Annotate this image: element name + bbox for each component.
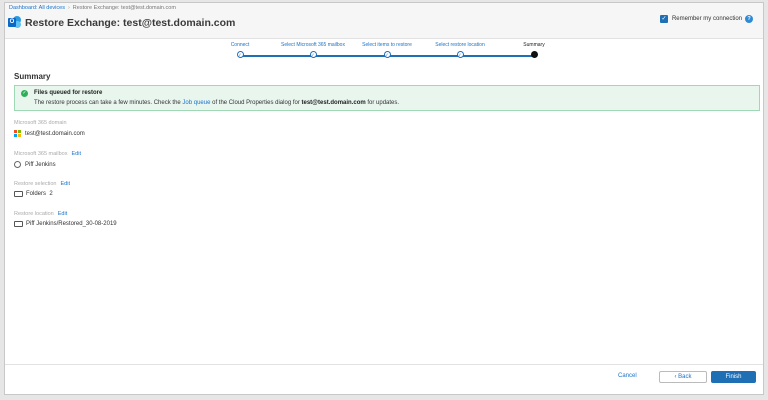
step-done-icon: ✓	[456, 51, 464, 58]
check-circle-icon: ✓	[21, 90, 28, 97]
step-select-mailbox[interactable]: Select Microsoft 365 mailbox ✓	[273, 40, 353, 58]
job-queue-link[interactable]: Job queue	[182, 100, 210, 106]
domain-text: test@test.domain.com	[25, 130, 85, 137]
title-row: O Restore Exchange: test@test.domain.com	[8, 16, 235, 29]
remember-connection[interactable]: ✓ Remember my connection ?	[659, 15, 753, 23]
back-label: Back	[678, 374, 692, 380]
restore-window: Dashboard: All devices › Restore Exchange:…	[4, 2, 764, 395]
domain-label: Microsoft 365 domain	[14, 120, 67, 126]
mailbox-label-text: Microsoft 365 mailbox	[14, 151, 68, 157]
step-label: Select Microsoft 365 mailbox	[281, 42, 345, 48]
help-icon[interactable]: ?	[745, 15, 753, 23]
breadcrumb: Dashboard: All devices › Restore Exchange:…	[9, 5, 176, 11]
step-done-icon: ✓	[309, 51, 317, 58]
remember-checkbox[interactable]: ✓	[659, 15, 668, 23]
location-value: Piff Jenkins/Restored_30-08-2019	[14, 221, 117, 227]
banner-text: The restore process can take a few minut…	[34, 100, 183, 106]
user-icon	[14, 161, 21, 168]
selection-label: Restore selection Edit	[14, 181, 70, 187]
breadcrumb-separator: ›	[67, 5, 70, 11]
mailbox-value: Piff Jenkins	[14, 161, 56, 168]
step-label: Connect	[230, 42, 250, 48]
remember-label: Remember my connection	[671, 16, 742, 22]
folder-icon	[14, 191, 23, 197]
step-label: Select restore location	[435, 42, 485, 48]
selection-text: Folders 2	[26, 191, 53, 197]
section-title: Summary	[14, 72, 51, 81]
breadcrumb-current: Restore Exchange: test@test.domain.com	[72, 5, 176, 11]
step-select-location[interactable]: Select restore location ✓	[420, 40, 500, 58]
cancel-button[interactable]: Cancel	[618, 373, 637, 379]
banner-text: for updates.	[365, 100, 400, 106]
banner-message: The restore process can take a few minut…	[34, 100, 399, 106]
banner-email: test@test.domain.com	[301, 100, 366, 106]
folder-icon	[14, 221, 23, 227]
selection-label-text: Restore selection	[14, 181, 57, 187]
footer-bar: Cancel ‹ Back Finish	[5, 364, 763, 394]
domain-value: test@test.domain.com	[14, 130, 85, 137]
step-done-icon: ✓	[236, 51, 244, 58]
back-button[interactable]: ‹ Back	[659, 371, 707, 383]
step-select-items[interactable]: Select items to restore ✓	[347, 40, 427, 58]
success-banner: ✓ Files queued for restore The restore p…	[14, 85, 760, 111]
wizard-stepper: Connect ✓ Select Microsoft 365 mailbox ✓…	[225, 40, 555, 62]
breadcrumb-dashboard-link[interactable]: Dashboard: All devices	[9, 5, 65, 11]
step-label: Summary	[523, 42, 545, 48]
location-label-text: Restore location	[14, 211, 54, 217]
edit-selection-link[interactable]: Edit	[61, 181, 70, 187]
step-summary: Summary	[494, 40, 574, 58]
selection-value: Folders 2	[14, 191, 53, 197]
step-label: Select items to restore	[362, 42, 412, 48]
microsoft-logo-icon	[14, 130, 21, 137]
page-title: Restore Exchange: test@test.domain.com	[25, 16, 236, 29]
step-current-icon	[530, 51, 538, 58]
edit-mailbox-link[interactable]: Edit	[72, 151, 81, 157]
location-label: Restore location Edit	[14, 211, 67, 217]
exchange-logo-icon: O	[8, 16, 21, 29]
edit-location-link[interactable]: Edit	[58, 211, 67, 217]
header-bar: Dashboard: All devices › Restore Exchange:…	[5, 3, 763, 39]
mailbox-text: Piff Jenkins	[25, 161, 56, 168]
location-text: Piff Jenkins/Restored_30-08-2019	[26, 221, 117, 227]
finish-button[interactable]: Finish	[711, 371, 756, 383]
banner-title: Files queued for restore	[34, 90, 103, 96]
banner-text: of the Cloud Properties dialog for	[210, 100, 302, 106]
step-connect[interactable]: Connect ✓	[200, 40, 280, 58]
step-done-icon: ✓	[383, 51, 391, 58]
mailbox-label: Microsoft 365 mailbox Edit	[14, 151, 81, 157]
